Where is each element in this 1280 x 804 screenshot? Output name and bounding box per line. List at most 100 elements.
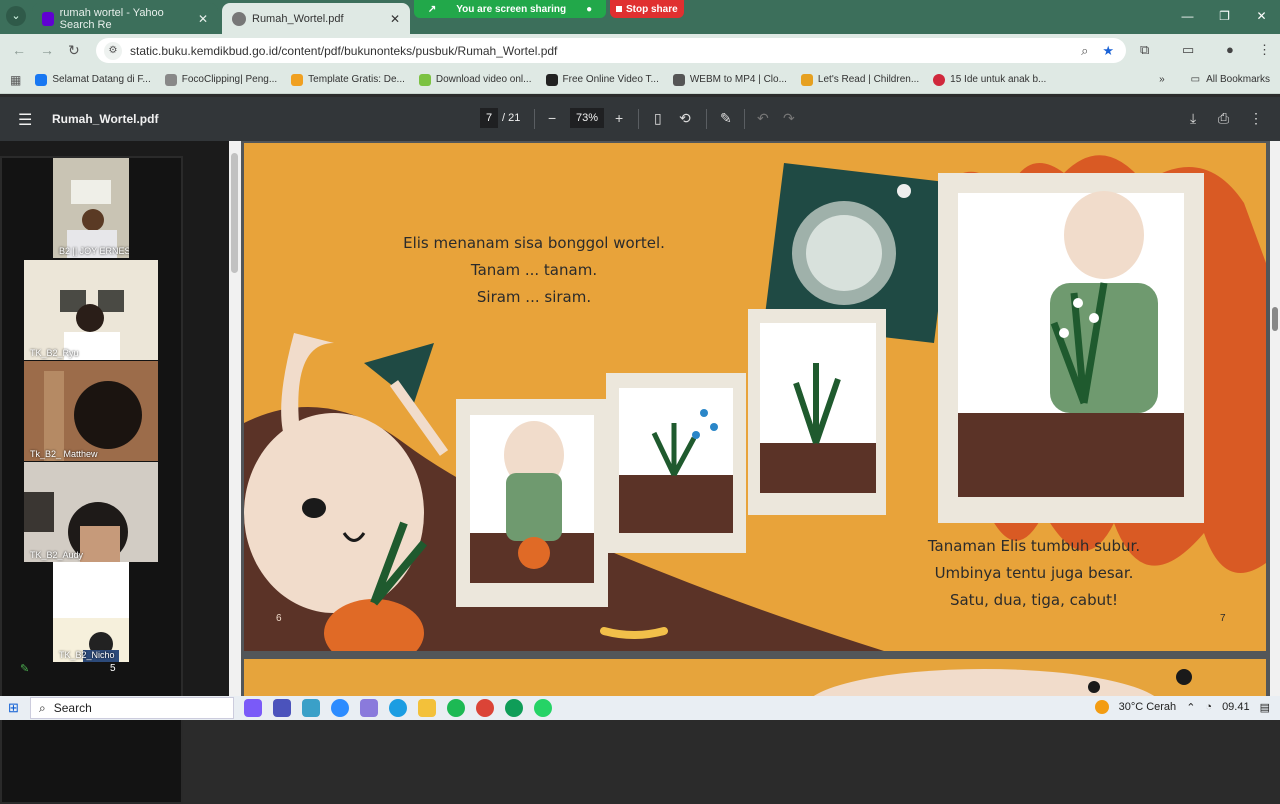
video-icon <box>545 73 558 86</box>
participant-video[interactable]: B2 || JOY ERNESTO S <box>53 158 129 258</box>
pdf-toolbar: ☰ Rumah_Wortel.pdf 7 / 21 − 73% + ▯ ⟲ ✎ … <box>0 97 1280 141</box>
participant-video[interactable]: TK_B2_Nicho <box>53 562 129 662</box>
bookmark-star-icon[interactable]: ★ <box>1102 43 1114 59</box>
spotify-icon[interactable] <box>447 699 465 717</box>
participant-name: TK_B2_Audy <box>30 550 84 560</box>
scroll-thumb[interactable] <box>231 153 238 273</box>
teams-icon[interactable] <box>273 699 291 717</box>
close-tab-icon[interactable]: ✕ <box>198 12 208 26</box>
tab-yahoo-search[interactable]: rumah wortel - Yahoo Search Re ✕ <box>32 3 218 34</box>
letsread-icon <box>800 73 813 86</box>
pdf-scrollbar[interactable] <box>1270 141 1280 696</box>
tab-pdf[interactable]: Rumah_Wortel.pdf ✕ <box>222 3 410 34</box>
left-scrollbar[interactable] <box>229 141 241 696</box>
scroll-thumb[interactable] <box>1272 307 1278 331</box>
bookmark-item[interactable]: Download video onl... <box>418 73 532 86</box>
window-controls: — ❐ ✕ <box>1169 0 1280 32</box>
whatsapp-icon[interactable] <box>534 699 552 717</box>
zoom-icon[interactable]: ⌕ <box>1081 43 1088 59</box>
tab-label: rumah wortel - Yahoo Search Re <box>59 6 164 31</box>
more-bookmarks-icon[interactable]: » <box>1159 74 1165 85</box>
cloud-icon <box>672 73 685 86</box>
rotate-icon[interactable]: ⟲ <box>679 110 691 127</box>
apps-icon[interactable]: ▦ <box>10 73 21 87</box>
print-icon[interactable]: ⎙ <box>1218 110 1229 127</box>
bookmark-item[interactable]: WEBM to MP4 | Clo... <box>672 73 787 86</box>
bookmark-item[interactable]: Template Gratis: De... <box>291 73 405 86</box>
browser-tab-strip: ⌄ rumah wortel - Yahoo Search Re ✕ Rumah… <box>0 0 1280 34</box>
pdf-page: Elis menanam sisa bonggol wortel. Tanam … <box>244 143 1266 651</box>
notification-icon[interactable]: ▤ <box>1260 701 1270 714</box>
participant-name: TK_B2_Nicho <box>59 650 115 660</box>
undo-icon[interactable]: ↶ <box>757 110 769 127</box>
more-options-icon[interactable]: ⋮ <box>1249 110 1263 127</box>
maximize-icon[interactable]: ❐ <box>1206 0 1243 32</box>
weather-icon[interactable] <box>1094 700 1109 714</box>
app-icon[interactable] <box>360 699 378 717</box>
profile-avatar[interactable]: ● <box>1226 42 1234 57</box>
fit-page-icon[interactable]: ▯ <box>654 110 662 127</box>
participant-thumbnail <box>24 361 158 461</box>
stop-share-button[interactable]: Stop share <box>610 0 684 18</box>
edge-icon[interactable] <box>389 699 407 717</box>
shield-icon: ● <box>586 3 593 15</box>
zoom-in-icon[interactable]: + <box>615 110 623 126</box>
hamburger-menu-icon[interactable]: ☰ <box>18 110 32 130</box>
file-explorer-icon[interactable] <box>418 699 436 717</box>
zoom-icon[interactable] <box>331 699 349 717</box>
participant-video[interactable]: TK_B2_Audy <box>24 462 158 562</box>
participant-name: TK_B2_Ryu <box>30 348 79 358</box>
back-icon[interactable]: ← <box>12 42 26 58</box>
download-icon[interactable]: ⤓ <box>1190 110 1196 127</box>
pdf-viewer[interactable]: Elis menanam sisa bonggol wortel. Tanam … <box>241 141 1270 696</box>
bookmark-item[interactable]: 15 Ide untuk anak b... <box>933 73 1046 86</box>
story-text-left: Elis menanam sisa bonggol wortel. Tanam … <box>403 234 665 306</box>
divider <box>638 109 639 129</box>
site-info-icon[interactable]: ⚙ <box>104 41 122 60</box>
taskbar-search[interactable]: ⌕ Search <box>30 697 234 719</box>
taskbar-apps <box>244 699 552 717</box>
participant-video[interactable]: TK_B2_Ryu <box>24 260 158 360</box>
chrome-icon[interactable] <box>476 699 494 717</box>
wifi-icon[interactable]: ◔ <box>1205 701 1212 713</box>
tab-search-icon[interactable]: ⌄ <box>6 6 26 26</box>
participant-name: Tk_B2_ Matthew <box>30 449 98 459</box>
clock[interactable]: 09.41 <box>1222 701 1250 713</box>
annotate-icon[interactable]: ✎ <box>720 110 732 127</box>
download-icon <box>418 73 431 86</box>
page-number-input[interactable]: 7 <box>480 108 498 128</box>
globe-icon <box>232 11 246 26</box>
forward-icon[interactable]: → <box>40 42 54 58</box>
edit-icon[interactable]: ✎ <box>20 662 29 675</box>
all-bookmarks-button[interactable]: » ▭ All Bookmarks <box>1159 74 1270 85</box>
redo-icon[interactable]: ↷ <box>783 110 795 127</box>
app-icon[interactable] <box>302 699 320 717</box>
close-window-icon[interactable]: ✕ <box>1243 0 1280 32</box>
address-bar[interactable]: ⚙ static.buku.kemdikbud.go.id/content/pd… <box>96 38 1126 63</box>
weather-text[interactable]: 30°C Cerah <box>1119 701 1177 713</box>
bookmark-item[interactable]: Let's Read | Children... <box>800 73 919 86</box>
participant-video[interactable]: Tk_B2_ Matthew <box>24 361 158 461</box>
chrome-profile-icon[interactable] <box>505 699 523 717</box>
reload-icon[interactable]: ↻ <box>68 42 80 59</box>
bookmark-item[interactable]: Free Online Video T... <box>545 73 659 86</box>
bookmark-item[interactable]: FocoClipping| Peng... <box>164 73 277 86</box>
copilot-icon[interactable] <box>244 699 262 717</box>
zoom-input[interactable]: 73% <box>570 108 604 128</box>
close-tab-icon[interactable]: ✕ <box>390 12 400 26</box>
participant-thumbnail <box>53 158 129 258</box>
side-panel-icon[interactable]: ▭ <box>1182 42 1194 58</box>
bookmark-item[interactable]: Selamat Datang di F... <box>35 73 151 86</box>
page-total: / 21 <box>502 112 521 124</box>
navigation-bar: ← → ↻ ⚙ static.buku.kemdikbud.go.id/cont… <box>0 34 1280 66</box>
chevron-up-icon[interactable]: ⌃ <box>1186 701 1195 714</box>
minimize-icon[interactable]: — <box>1169 0 1206 32</box>
page-number-right: 7 <box>1220 613 1226 624</box>
clipping-icon <box>164 73 177 86</box>
extensions-icon[interactable]: ⧉ <box>1140 42 1149 58</box>
zoom-out-icon[interactable]: − <box>548 110 556 126</box>
menu-icon[interactable]: ⋮ <box>1258 42 1271 58</box>
stop-icon <box>616 6 622 12</box>
windows-taskbar: ⊞ ⌕ Search 30°C Cerah ⌃ ◔ 09.41 ▤ <box>0 696 1280 720</box>
windows-start-icon[interactable]: ⊞ <box>8 700 19 716</box>
